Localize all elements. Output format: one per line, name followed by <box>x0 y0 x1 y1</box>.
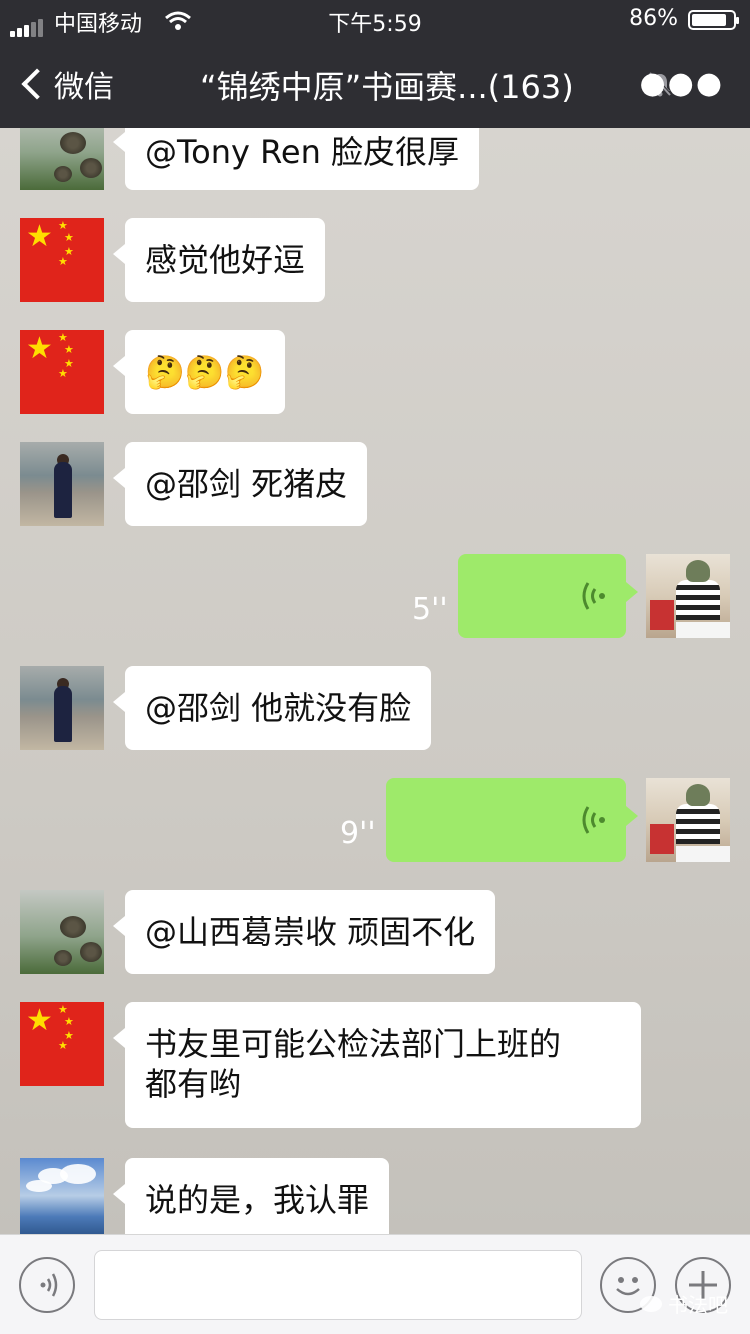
message-bubble[interactable]: 感觉他好逗 <box>112 218 326 302</box>
message-bubble[interactable]: @山西葛崇收 顽固不化 <box>112 890 496 974</box>
beach-avatar[interactable] <box>20 442 104 526</box>
voice-duration: 9'' <box>340 816 376 851</box>
chevron-left-icon <box>21 68 53 100</box>
voice-duration: 5'' <box>412 592 448 627</box>
flag-avatar[interactable]: ★ ★ ★ ★ ★ <box>20 1002 104 1086</box>
chat-title: “锦绣中原”书画赛...(163) <box>200 68 574 106</box>
top-bar: 中国移动 下午5:59 86% 微信 “锦绣中原”书画赛...(163) ●●● <box>0 0 750 128</box>
message-input[interactable] <box>94 1250 582 1320</box>
nav-bar: 微信 “锦绣中原”书画赛...(163) ●●● <box>0 40 750 128</box>
wechat-logo-icon <box>640 1295 662 1312</box>
back-button[interactable]: 微信 <box>18 62 114 106</box>
voice-wave-icon <box>582 806 605 834</box>
sky-avatar[interactable] <box>20 1158 104 1234</box>
message-bubble[interactable]: 书友里可能公检法部门上班的 都有哟 <box>113 1002 641 1128</box>
voice-mode-icon <box>40 1273 58 1297</box>
beach-avatar[interactable] <box>20 666 104 750</box>
input-bar: 书法吧 <box>0 1234 750 1334</box>
message-bubble[interactable]: @邵剑 死猪皮 <box>112 442 368 526</box>
battery-percent: 86% <box>629 6 678 31</box>
watermark: 书法吧 <box>640 1289 728 1318</box>
more-options-icon[interactable]: ●●● <box>639 66 724 101</box>
battery-icon <box>688 10 739 30</box>
lotus-avatar[interactable] <box>20 128 104 190</box>
status-bar: 中国移动 下午5:59 86% <box>0 0 750 40</box>
chat-area[interactable]: @Tony Ren 脸皮很厚 ★ ★ ★ ★ ★ 感觉他好逗 ★ ★ ★ ★ ★… <box>0 128 750 1234</box>
my-avatar[interactable] <box>646 554 730 638</box>
message-bubble[interactable]: 说的是，我认罪 <box>112 1158 390 1234</box>
watermark-text: 书法吧 <box>668 1293 728 1317</box>
back-label: 微信 <box>54 70 114 105</box>
lotus-avatar[interactable] <box>20 890 104 974</box>
message-bubble[interactable]: @Tony Ren 脸皮很厚 <box>112 128 480 190</box>
voice-wave-icon <box>582 582 605 610</box>
flag-avatar[interactable]: ★ ★ ★ ★ ★ <box>20 330 104 414</box>
message-bubble[interactable]: @邵剑 他就没有脸 <box>112 666 432 750</box>
my-avatar[interactable] <box>646 778 730 862</box>
emoji-message-bubble[interactable]: 🤔🤔🤔 <box>113 330 285 414</box>
voice-input-button[interactable] <box>19 1257 75 1313</box>
flag-avatar[interactable]: ★ ★ ★ ★ ★ <box>20 218 104 302</box>
voice-message-bubble[interactable] <box>386 778 638 862</box>
voice-message-bubble[interactable] <box>458 554 638 638</box>
